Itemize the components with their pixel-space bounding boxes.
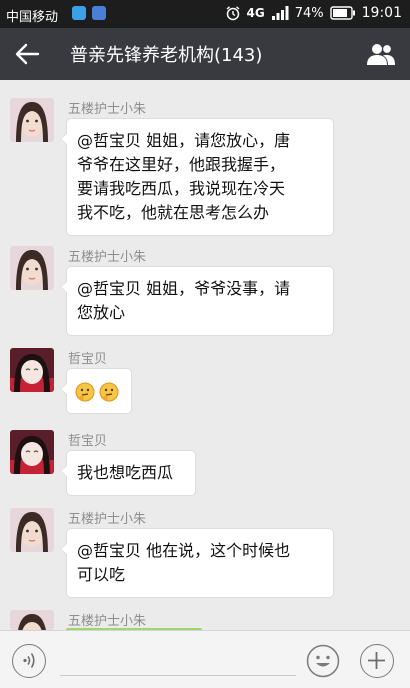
sender-name: 哲宝贝 [68,352,108,367]
message-text-line: 要请我吃西瓜，我说现在冷天 [77,179,286,198]
message-input[interactable] [60,675,296,676]
sender-name: 五楼护士小朱 [68,250,147,265]
message-text-line: @哲宝贝 姐姐，请您放心，唐 [77,131,291,150]
message-text-line: 爷爷在这里好，他跟我握手， [77,155,286,174]
message-list[interactable]: 五楼护士小朱 @哲宝贝 姐姐，请您放心，唐 爷爷在这里好，他跟我握手， 要请我吃… [0,80,410,630]
avatar[interactable] [10,246,54,290]
message-item: 五楼护士小朱 @哲宝贝 姐姐，请您放心，唐 爷爷在这里好，他跟我握手， 要请我吃… [0,96,410,236]
message-bubble[interactable]: 我也想吃西瓜 [60,450,196,496]
message-text-line: @哲宝贝 姐姐，爷爷没事，请 [77,279,291,298]
battery-icon [329,6,355,20]
avatar[interactable] [10,610,54,630]
message-text-line: 您放心 [77,303,126,322]
message-bubble[interactable] [60,368,132,414]
app-notification-icon [92,6,106,20]
message-item: 五楼护士小朱 [0,608,410,630]
plus-icon[interactable] [360,644,394,678]
clock: 19:01 [361,5,402,21]
network-type: 4G [246,6,265,20]
thinking-emoji-icon [75,382,95,401]
avatar[interactable] [10,98,54,142]
message-bubble[interactable]: @哲宝贝 姐姐，请您放心，唐 爷爷在这里好，他跟我握手， 要请我吃西瓜，我说现在… [60,118,334,236]
people-icon[interactable] [366,42,396,66]
avatar[interactable] [10,508,54,552]
smile-icon[interactable] [306,644,340,678]
message-text-line: 可以吃 [77,565,126,584]
message-item: 五楼护士小朱 @哲宝贝 姐姐，爷爷没事，请 您放心 [0,244,410,336]
message-item: 五楼护士小朱 @哲宝贝 他在说，这个时候也 可以吃 [0,506,410,598]
sender-name: 五楼护士小朱 [68,512,147,527]
avatar[interactable] [10,430,54,474]
thinking-emoji-icon [99,382,119,401]
arrow-left-icon[interactable] [14,42,40,66]
message-bubble[interactable]: @哲宝贝 他在说，这个时候也 可以吃 [60,528,334,598]
message-text-line: 我也想吃西瓜 [77,463,174,482]
status-bar: 中国移动 4G 74% 19:01 [0,0,410,28]
avatar[interactable] [10,348,54,392]
message-text-line: 我不吃，他就在思考怎么办 [77,203,270,222]
message-bubble[interactable]: @哲宝贝 姐姐，爷爷没事，请 您放心 [60,266,334,336]
message-item: 哲宝贝 [0,346,410,418]
signal-icon [271,6,289,20]
sender-name: 哲宝贝 [68,434,108,449]
sender-name: 五楼护士小朱 [68,614,147,629]
battery-percent: 74% [294,5,324,21]
chat-title: 普亲先锋养老机构(143) [70,45,263,66]
message-item: 哲宝贝 我也想吃西瓜 [0,428,410,498]
alarm-icon [226,6,239,21]
input-bar [0,630,410,688]
chat-header: 普亲先锋养老机构(143) [0,28,410,80]
message-text-line: @哲宝贝 他在说，这个时候也 [77,541,291,560]
voice-icon[interactable] [12,644,46,678]
carrier-label: 中国移动 [6,10,59,25]
message-notification-icon [72,6,86,20]
sender-name: 五楼护士小朱 [68,102,147,117]
